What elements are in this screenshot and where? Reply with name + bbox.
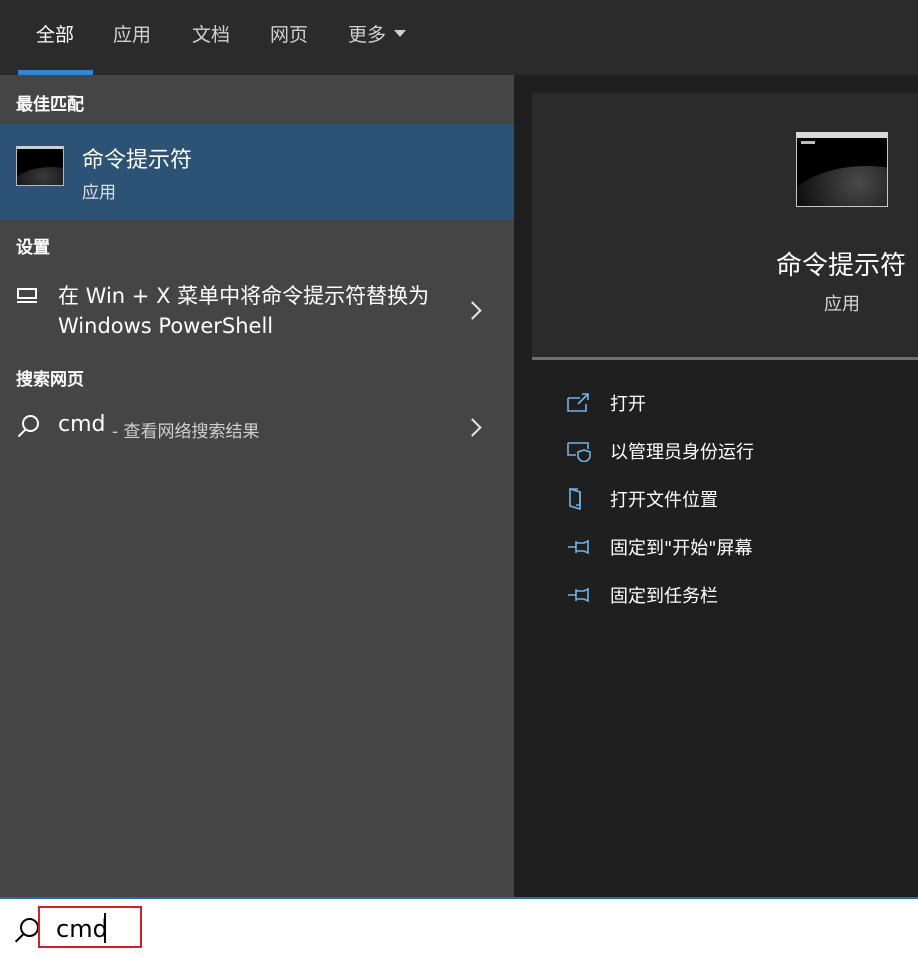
action-open-file-location-label: 打开文件位置 (610, 490, 718, 511)
search-bar (0, 897, 918, 957)
tab-apps[interactable]: 应用 (113, 22, 151, 52)
file-location-icon (569, 488, 581, 510)
command-prompt-icon (796, 132, 888, 207)
chevron-right-icon (463, 418, 482, 437)
tab-more[interactable]: 更多 (348, 22, 407, 52)
preview-divider (532, 357, 918, 360)
web-search-item[interactable]: cmd - 查看网络搜索结果 (0, 405, 514, 449)
best-match-heading: 最佳匹配 (16, 95, 84, 115)
results-panel: 最佳匹配 命令提示符 应用 设置 在 Win + X 菜单中将命令提示符替换为 … (0, 75, 514, 897)
command-prompt-icon (16, 146, 64, 186)
setting-replace-powershell[interactable]: 在 Win + X 菜单中将命令提示符替换为 Windows PowerShel… (0, 275, 514, 345)
pin-icon (568, 587, 589, 603)
monitor-icon (17, 288, 37, 303)
best-match-item[interactable]: 命令提示符 应用 (0, 124, 514, 220)
preview-title: 命令提示符 (776, 251, 907, 281)
tab-documents[interactable]: 文档 (192, 22, 230, 52)
action-pin-to-start-label: 固定到"开始"屏幕 (610, 538, 753, 559)
action-pin-to-taskbar-label: 固定到任务栏 (610, 586, 718, 607)
web-query: cmd (58, 412, 106, 437)
web-hint: - 查看网络搜索结果 (112, 422, 260, 442)
best-match-name: 命令提示符 (82, 148, 193, 173)
preview-subtitle: 应用 (824, 294, 860, 315)
setting-text: 在 Win + X 菜单中将命令提示符替换为 Windows PowerShel… (58, 284, 430, 338)
tab-all[interactable]: 全部 (36, 22, 74, 52)
action-open-file-location[interactable]: 打开文件位置 (566, 484, 896, 514)
filter-tab-bar: 全部 应用 文档 网页 更多 (0, 0, 918, 75)
action-open-label: 打开 (610, 394, 646, 415)
tab-web[interactable]: 网页 (270, 22, 308, 52)
admin-shield-icon (567, 442, 591, 462)
best-match-type: 应用 (82, 183, 116, 203)
input-highlight-box (38, 906, 142, 948)
action-run-as-admin[interactable]: 以管理员身份运行 (566, 436, 896, 466)
action-pin-to-start[interactable]: 固定到"开始"屏幕 (566, 532, 896, 562)
search-icon (20, 918, 39, 937)
web-search-heading: 搜索网页 (16, 370, 84, 390)
action-pin-to-taskbar[interactable]: 固定到任务栏 (566, 580, 896, 610)
pin-icon (568, 539, 589, 555)
action-open[interactable]: 打开 (566, 388, 896, 418)
settings-heading: 设置 (16, 238, 50, 258)
chevron-right-icon (463, 301, 482, 320)
tab-more-label: 更多 (348, 24, 387, 46)
search-icon (22, 415, 39, 432)
chevron-down-icon (394, 30, 407, 37)
action-run-as-admin-label: 以管理员身份运行 (610, 442, 754, 463)
open-icon (567, 393, 589, 412)
